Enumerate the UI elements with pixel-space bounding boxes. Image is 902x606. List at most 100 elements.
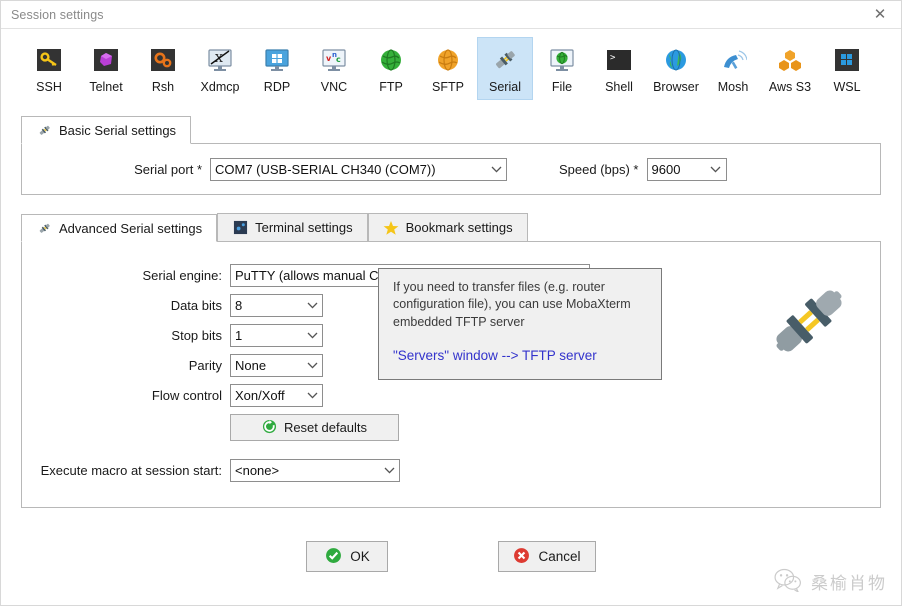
session-type-shell[interactable]: > Shell (591, 37, 647, 100)
blue-globe-icon (660, 44, 692, 76)
session-type-xdmcp[interactable]: X Xdmcp (192, 37, 248, 100)
terminal-icon: > (603, 44, 635, 76)
basic-serial-panel: Serial port * COM7 (USB-SERIAL CH340 (CO… (21, 143, 881, 195)
flow-control-label: Flow control (151, 388, 222, 403)
session-type-aws-s3[interactable]: Aws S3 (762, 37, 818, 100)
session-type-rsh[interactable]: Rsh (135, 37, 191, 100)
tab-bookmark-settings[interactable]: Bookmark settings (367, 213, 528, 241)
session-type-file[interactable]: File (534, 37, 590, 100)
stop-bits-select[interactable]: 1 (230, 324, 323, 347)
terminal-settings-icon (232, 220, 248, 236)
session-type-label: VNC (320, 80, 348, 94)
stop-bits-value: 1 (235, 328, 243, 343)
cancel-button[interactable]: Cancel (498, 541, 596, 572)
page-title: Session settings (11, 7, 104, 22)
serial-port-select[interactable]: COM7 (USB-SERIAL CH340 (COM7)) (210, 157, 507, 181)
execute-macro-row: Execute macro at session start: <none> (22, 459, 880, 482)
parity-value: None (235, 358, 267, 373)
tab-label: Terminal settings (255, 220, 353, 235)
session-type-label: FTP (379, 80, 403, 94)
x-circle-icon (513, 547, 530, 567)
tab-label: Bookmark settings (405, 220, 513, 235)
vnc-monitor-icon: vnc (318, 44, 350, 76)
advanced-serial-panel: Serial engine: PuTTY (allows manual COM … (21, 241, 881, 508)
star-icon (383, 220, 399, 236)
session-type-label: Aws S3 (768, 80, 812, 94)
tab-basic-serial-settings[interactable]: Basic Serial settings (21, 116, 192, 144)
session-type-label: SFTP (432, 80, 464, 94)
advanced-tabstrip: Advanced Serial settings Terminal settin… (21, 213, 881, 242)
reset-defaults-label: Reset defaults (283, 420, 368, 435)
tftp-info-link[interactable]: "Servers" window --> TFTP server (393, 347, 649, 366)
key-icon (33, 44, 65, 76)
title-bar: Session settings ✕ (1, 1, 901, 29)
session-type-ssh[interactable]: SSH (21, 37, 77, 100)
chevron-down-icon (379, 460, 399, 481)
chevron-down-icon (706, 159, 726, 180)
session-type-label: SSH (36, 80, 62, 94)
data-bits-select[interactable]: 8 (230, 294, 323, 317)
session-type-sftp[interactable]: SFTP (420, 37, 476, 100)
chevron-down-icon (302, 325, 322, 346)
session-type-rdp[interactable]: RDP (249, 37, 305, 100)
chevron-down-icon (302, 295, 322, 316)
serial-port-label: Serial port * (134, 161, 202, 177)
serial-port-value: COM7 (USB-SERIAL CH340 (COM7)) (215, 161, 436, 177)
session-type-telnet[interactable]: Telnet (78, 37, 134, 100)
dialog-footer: OK Cancel 桑榆肖物 (1, 508, 901, 605)
flow-control-row: Flow control Xon/Xoff (22, 384, 880, 407)
session-type-wsl[interactable]: WSL (819, 37, 875, 100)
windows-monitor-icon (261, 44, 293, 76)
speed-label: Speed (bps) * (559, 161, 639, 177)
ok-label: OK (350, 549, 370, 564)
speed-value: 9600 (651, 161, 681, 177)
gears-icon (147, 44, 179, 76)
tab-label: Advanced Serial settings (59, 220, 203, 236)
wechat-icon (773, 568, 803, 595)
session-type-label: Browser (653, 80, 699, 94)
speed-select[interactable]: 9600 (646, 157, 727, 181)
orange-globe-icon (432, 44, 464, 76)
session-type-label: Rsh (151, 80, 175, 94)
gem-icon (90, 44, 122, 76)
session-type-label: Shell (605, 80, 633, 94)
session-type-label: WSL (833, 80, 861, 94)
session-type-label: Xdmcp (200, 80, 240, 94)
green-globe-icon (375, 44, 407, 76)
session-type-browser[interactable]: Browser (648, 37, 704, 100)
tab-terminal-settings[interactable]: Terminal settings (217, 213, 368, 241)
session-type-toolbar: SSH Telnet Rsh X Xdmcp RDP (1, 29, 901, 115)
session-type-label: Telnet (89, 80, 123, 94)
basic-serial-tabstrip: Basic Serial settings (21, 115, 881, 144)
cancel-label: Cancel (538, 549, 581, 564)
data-bits-value: 8 (235, 298, 243, 313)
chevron-down-icon (302, 385, 322, 406)
ok-button[interactable]: OK (306, 541, 389, 572)
plug-icon (36, 122, 52, 138)
tftp-info-box: If you need to transfer files (e.g. rout… (378, 268, 662, 380)
parity-select[interactable]: None (230, 354, 323, 377)
session-type-label: File (551, 80, 573, 94)
session-type-mosh[interactable]: Mosh (705, 37, 761, 100)
flow-control-select[interactable]: Xon/Xoff (230, 384, 323, 407)
x-monitor-icon: X (204, 44, 236, 76)
close-icon[interactable]: ✕ (867, 4, 893, 26)
reset-defaults-row: Reset defaults (22, 414, 880, 441)
tftp-info-text: If you need to transfer files (e.g. rout… (393, 280, 631, 329)
session-type-vnc[interactable]: vnc VNC (306, 37, 362, 100)
session-type-serial[interactable]: Serial (477, 37, 533, 100)
session-type-ftp[interactable]: FTP (363, 37, 419, 100)
tab-advanced-serial-settings[interactable]: Advanced Serial settings (21, 214, 218, 242)
globe-monitor-icon (546, 44, 578, 76)
data-bits-label: Data bits (170, 298, 222, 313)
check-circle-icon (325, 547, 342, 567)
execute-macro-select[interactable]: <none> (230, 459, 400, 482)
session-type-label: Serial (489, 80, 521, 94)
refresh-icon (262, 419, 277, 437)
reset-defaults-button[interactable]: Reset defaults (230, 414, 399, 441)
flow-control-value: Xon/Xoff (235, 388, 285, 403)
parity-label: Parity (188, 358, 222, 373)
chevron-down-icon (302, 355, 322, 376)
watermark-text: 桑榆肖物 (811, 574, 887, 594)
session-settings-dialog: Session settings ✕ SSH Telnet Rsh Xdmcp … (0, 0, 902, 606)
